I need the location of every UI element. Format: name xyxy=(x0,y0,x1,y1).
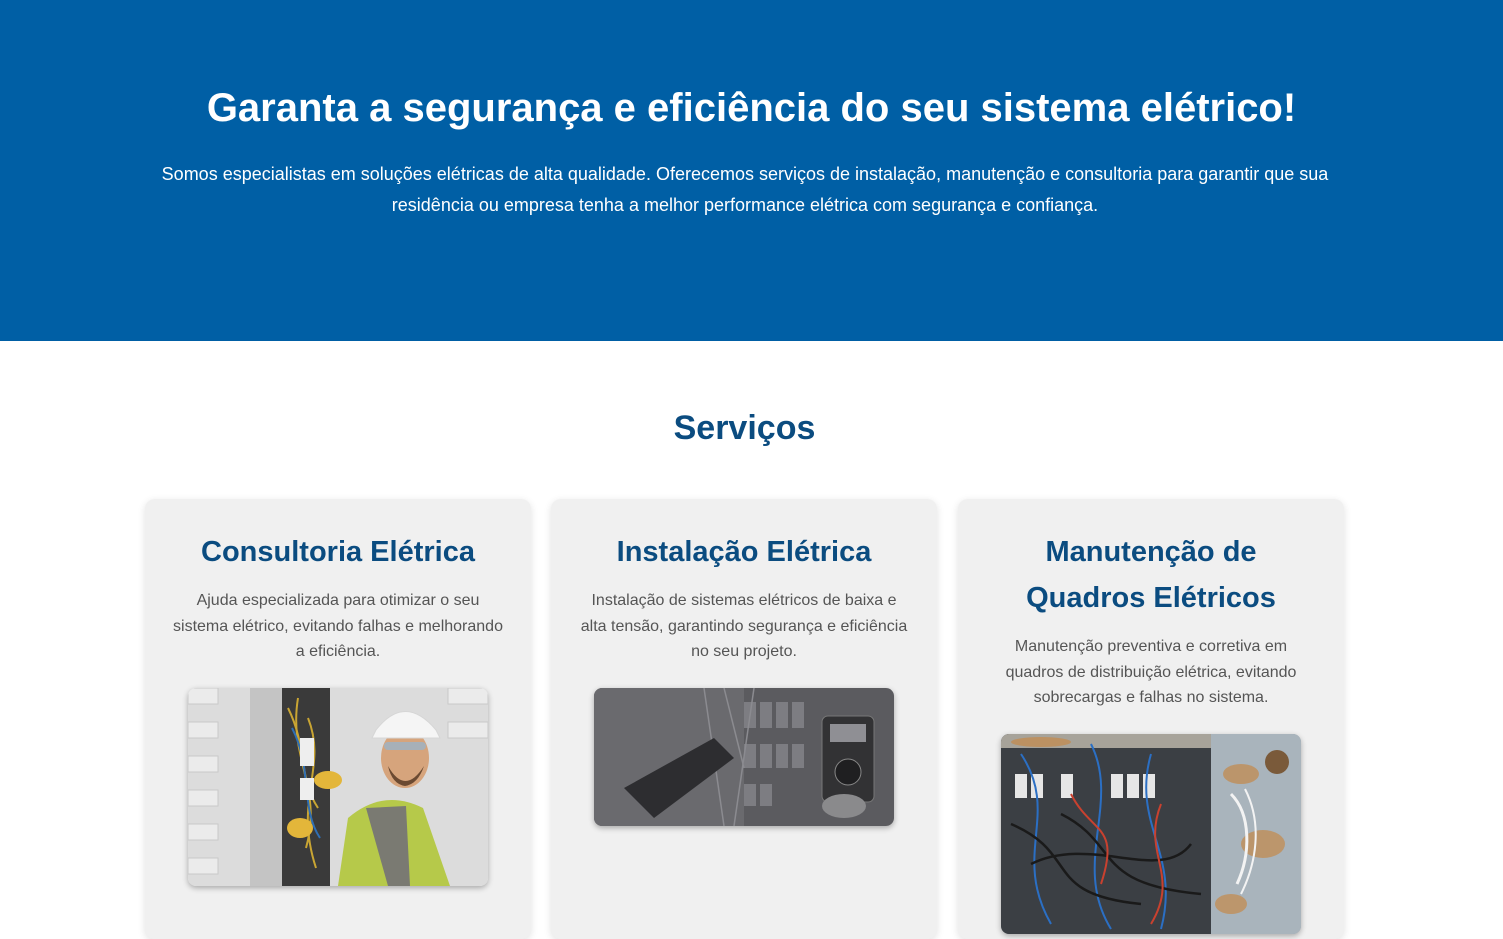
electrician-worker-image xyxy=(188,687,488,886)
service-card-title: Instalação Elétrica xyxy=(616,536,872,568)
hero-description: Somos especialistas em soluções elétrica… xyxy=(161,164,1329,215)
service-card-title: Manutenção de Quadros Elétricos xyxy=(1026,536,1276,614)
hero-title: Garanta a segurança e eficiência do seu … xyxy=(206,86,1297,130)
service-card-description: Manutenção preventiva e corretiva em qua… xyxy=(1005,638,1297,706)
service-card-consultoria: Consultoria Elétrica Ajuda especializada… xyxy=(145,499,531,939)
service-card-instalacao: Instalação Elétrica Instalação de sistem… xyxy=(551,499,937,939)
rusty-electrical-box-image xyxy=(1001,733,1301,934)
services-title: Serviços xyxy=(673,409,816,447)
service-card-manutencao: Manutenção de Quadros Elétricos Manutenç… xyxy=(958,499,1344,939)
hero-banner: Garanta a segurança e eficiência do seu … xyxy=(0,0,1503,341)
multimeter-panel-image xyxy=(594,687,894,826)
service-card-description: Ajuda especializada para otimizar o seu … xyxy=(173,592,503,660)
service-card-description: Instalação de sistemas elétricos de baix… xyxy=(580,592,908,660)
service-card-title: Consultoria Elétrica xyxy=(201,536,475,568)
